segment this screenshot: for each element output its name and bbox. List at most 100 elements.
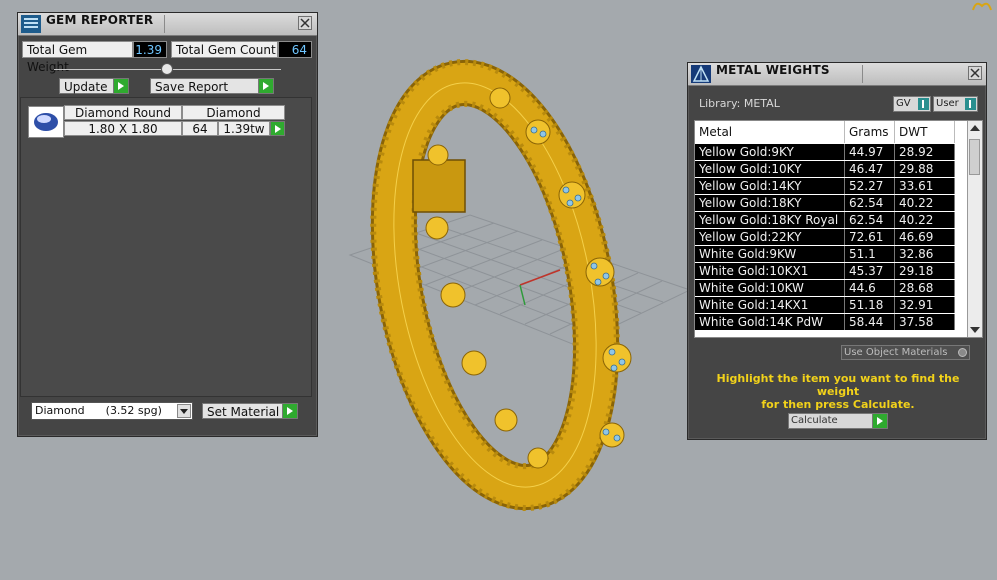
ring-model xyxy=(370,59,632,511)
grams-cell[interactable]: 62.54 xyxy=(845,212,895,228)
scroll-down-icon[interactable] xyxy=(970,327,980,333)
corner-logo-icon xyxy=(972,2,992,11)
dwt-cell[interactable]: 28.68 xyxy=(895,280,955,296)
close-icon xyxy=(300,18,310,28)
metal-row[interactable]: White Gold:14KX1 51.18 32.91 xyxy=(695,297,968,314)
metal-name-cell[interactable]: White Gold:10KX1 xyxy=(695,263,845,279)
play-arrow-icon xyxy=(282,404,297,418)
metal-row[interactable]: Yellow Gold:22KY 72.61 46.69 xyxy=(695,229,968,246)
gem-count-cell[interactable]: 64 xyxy=(182,121,218,136)
metal-row[interactable]: White Gold:10KW 44.6 28.68 xyxy=(695,280,968,297)
use-object-materials-option[interactable]: Use Object Materials xyxy=(841,345,970,360)
grams-cell[interactable]: 52.27 xyxy=(845,178,895,194)
metal-weights-table[interactable]: Metal Grams DWT Yellow Gold:9KY 44.97 28.9… xyxy=(694,120,983,338)
scroll-thumb[interactable] xyxy=(969,139,980,175)
metal-weights-close-button[interactable] xyxy=(968,66,982,80)
radio-icon[interactable] xyxy=(958,348,967,357)
metal-row[interactable]: Yellow Gold:9KY 44.97 28.92 xyxy=(695,144,968,161)
dwt-cell[interactable]: 40.22 xyxy=(895,195,955,211)
metal-name-cell[interactable]: White Gold:14K PdW xyxy=(695,314,845,330)
metal-name-cell[interactable]: Yellow Gold:22KY xyxy=(695,229,845,245)
metal-name-cell[interactable]: White Gold:10KW xyxy=(695,280,845,296)
grams-cell[interactable]: 46.47 xyxy=(845,161,895,177)
user-toggle[interactable]: User xyxy=(933,96,978,112)
gem-reporter-icon xyxy=(21,15,41,33)
gem-reporter-close-button[interactable] xyxy=(298,16,312,30)
gem-list[interactable] xyxy=(20,97,312,397)
metal-name-cell[interactable]: White Gold:14KX1 xyxy=(695,297,845,313)
metal-name-cell[interactable]: Yellow Gold:10KY xyxy=(695,161,845,177)
save-report-button[interactable]: Save Report xyxy=(150,78,274,94)
grams-cell[interactable]: 51.1 xyxy=(845,246,895,262)
user-toggle-label: User xyxy=(936,98,959,109)
grams-cell[interactable]: 62.54 xyxy=(845,195,895,211)
gem-row-go-button[interactable] xyxy=(270,121,285,136)
diamond-round-icon xyxy=(34,113,58,131)
dwt-cell[interactable]: 32.86 xyxy=(895,246,955,262)
grams-cell[interactable]: 44.97 xyxy=(845,144,895,160)
material-select[interactable]: Diamond (3.52 spg) xyxy=(31,402,193,420)
gem-material-header: Diamond xyxy=(182,105,285,120)
metal-row[interactable]: White Gold:9KW 51.1 32.86 xyxy=(695,246,968,263)
dwt-cell[interactable]: 40.22 xyxy=(895,212,955,228)
material-select-value: Diamond (3.52 spg) xyxy=(35,404,162,417)
metal-row[interactable]: Yellow Gold:18KY Royal 62.54 40.22 xyxy=(695,212,968,229)
set-material-button[interactable]: Set Material xyxy=(202,403,298,419)
dwt-cell[interactable]: 33.61 xyxy=(895,178,955,194)
total-gem-count-label: Total Gem Count xyxy=(171,41,278,58)
dwt-cell[interactable]: 37.58 xyxy=(895,314,955,330)
grams-cell[interactable]: 45.37 xyxy=(845,263,895,279)
metal-row[interactable]: Yellow Gold:10KY 46.47 29.88 xyxy=(695,161,968,178)
calculate-button-label: Calculate xyxy=(791,415,838,426)
grams-cell[interactable]: 51.18 xyxy=(845,297,895,313)
dropdown-arrow-icon[interactable] xyxy=(177,404,191,418)
metal-name-cell[interactable]: White Gold:9KW xyxy=(695,246,845,262)
gem-thumbnail[interactable] xyxy=(28,106,64,138)
gem-weight-cell[interactable]: 1.39tw xyxy=(218,121,270,136)
metal-name-cell[interactable]: Yellow Gold:9KY xyxy=(695,144,845,160)
instruction-line-2: for then press Calculate. xyxy=(761,398,915,411)
play-arrow-icon xyxy=(271,122,284,135)
update-button-label: Update xyxy=(64,80,108,94)
dwt-cell[interactable]: 29.88 xyxy=(895,161,955,177)
save-report-button-label: Save Report xyxy=(155,80,229,94)
metal-name-cell[interactable]: Yellow Gold:18KY xyxy=(695,195,845,211)
update-button[interactable]: Update xyxy=(59,78,129,94)
column-header-dwt[interactable]: DWT xyxy=(895,121,955,143)
dwt-cell[interactable]: 29.18 xyxy=(895,263,955,279)
slider-handle[interactable] xyxy=(161,63,173,75)
instruction-text: Highlight the item you want to find the … xyxy=(698,372,978,411)
metal-row[interactable]: White Gold:14K PdW 58.44 37.58 xyxy=(695,314,968,331)
column-header-metal[interactable]: Metal xyxy=(695,121,845,143)
gem-size-cell[interactable]: 1.80 X 1.80 xyxy=(64,121,182,136)
titlebar-grip xyxy=(164,15,165,33)
gem-reporter-title: GEM REPORTER xyxy=(46,13,154,27)
table-scrollbar[interactable] xyxy=(967,121,982,337)
toggle-indicator-icon xyxy=(965,98,976,110)
dwt-cell[interactable]: 46.69 xyxy=(895,229,955,245)
metal-name-cell[interactable]: Yellow Gold:18KY Royal xyxy=(695,212,845,228)
metal-row[interactable]: White Gold:10KX1 45.37 29.18 xyxy=(695,263,968,280)
instruction-line-1: Highlight the item you want to find the … xyxy=(716,372,960,398)
gem-shape-header: Diamond Round xyxy=(64,105,182,120)
dwt-cell[interactable]: 32.91 xyxy=(895,297,955,313)
gem-reporter-titlebar[interactable]: GEM REPORTER xyxy=(18,13,317,36)
scroll-up-icon[interactable] xyxy=(970,125,980,131)
column-header-grams[interactable]: Grams xyxy=(845,121,895,143)
toggle-indicator-icon xyxy=(918,98,929,110)
grams-cell[interactable]: 44.6 xyxy=(845,280,895,296)
metal-row[interactable]: Yellow Gold:18KY 62.54 40.22 xyxy=(695,195,968,212)
play-arrow-icon xyxy=(258,79,273,93)
metal-weights-panel: METAL WEIGHTS Library: METAL GV User Met… xyxy=(687,62,987,440)
dwt-cell[interactable]: 28.92 xyxy=(895,144,955,160)
metal-row[interactable]: Yellow Gold:14KY 52.27 33.61 xyxy=(695,178,968,195)
grams-cell[interactable]: 58.44 xyxy=(845,314,895,330)
set-material-button-label: Set Material xyxy=(207,405,280,419)
calculate-button[interactable]: Calculate xyxy=(788,413,888,429)
metal-name-cell[interactable]: Yellow Gold:14KY xyxy=(695,178,845,194)
gv-toggle[interactable]: GV xyxy=(893,96,931,112)
gem-reporter-panel: GEM REPORTER Total Gem Weight 1.39 Total… xyxy=(17,12,318,437)
grams-cell[interactable]: 72.61 xyxy=(845,229,895,245)
metal-weights-titlebar[interactable]: METAL WEIGHTS xyxy=(688,63,986,86)
total-gem-weight-value: 1.39 xyxy=(133,41,167,58)
